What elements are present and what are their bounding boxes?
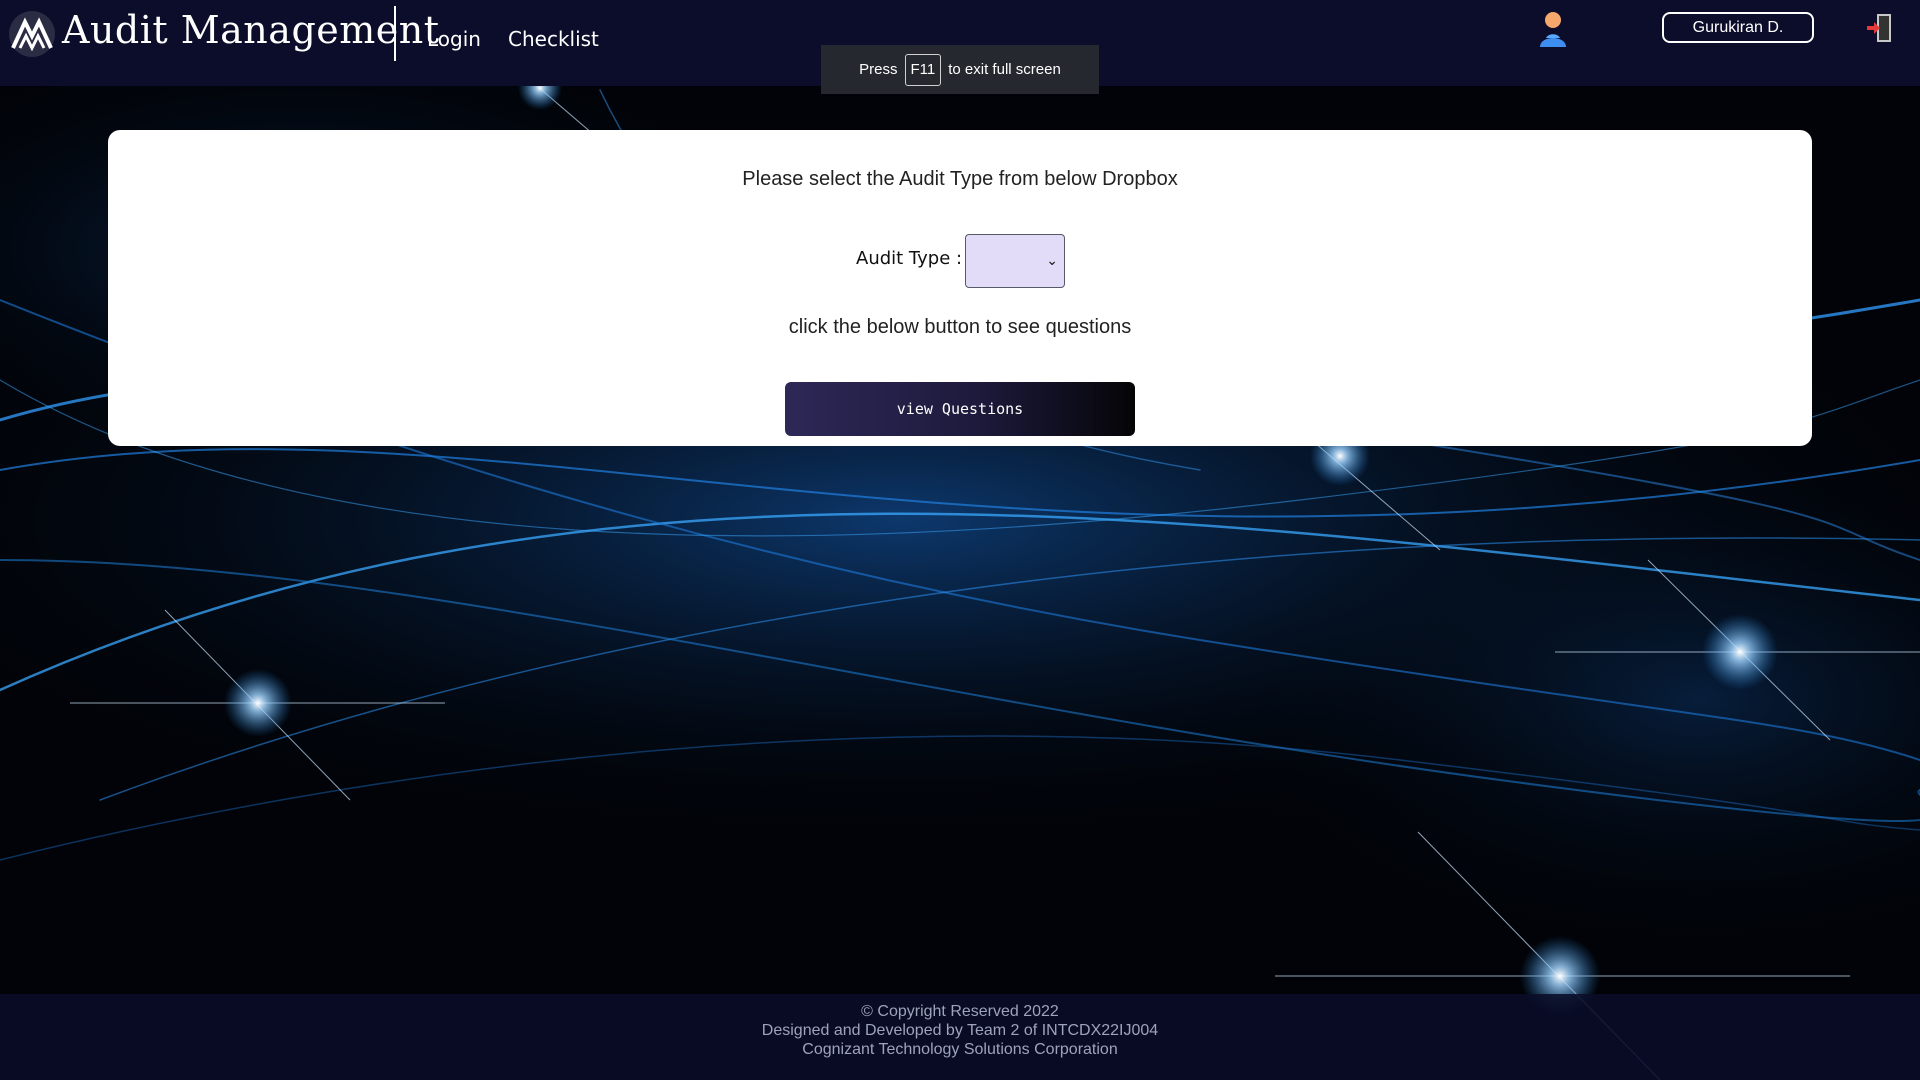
card-title: Please select the Audit Type from below …: [742, 168, 1178, 190]
chevron-down-icon: ⌄: [1046, 252, 1058, 268]
card-hint: click the below button to see questions: [788, 316, 1132, 338]
footer-credits: Designed and Developed by Team 2 of INTC…: [761, 1022, 1159, 1039]
footer-company: Cognizant Technology Solutions Corporati…: [802, 1041, 1118, 1058]
header-divider: [394, 6, 396, 61]
fullscreen-notice: Press F11 to exit full screen: [821, 45, 1099, 94]
toast-suffix-text: to exit full screen: [948, 61, 1061, 78]
page-footer: © Copyright Reserved 2022 Designed and D…: [0, 994, 1920, 1080]
audit-logo-icon: [9, 11, 55, 57]
toast-key: F11: [904, 53, 942, 86]
user-avatar-icon: [1540, 12, 1566, 47]
audit-type-select[interactable]: ⌄: [965, 234, 1065, 288]
toast-press-text: Press: [859, 61, 898, 78]
view-questions-button[interactable]: view Questions: [785, 382, 1135, 436]
user-name-badge: Gurukiran D.: [1662, 12, 1814, 43]
brand-title: Audit Management: [62, 8, 440, 52]
audit-type-label: Audit Type :: [856, 248, 963, 269]
footer-copyright: © Copyright Reserved 2022: [861, 1003, 1059, 1020]
nav-checklist-link[interactable]: Checklist: [508, 27, 599, 51]
logout-icon[interactable]: [1865, 13, 1895, 43]
nav-login-link[interactable]: Login: [427, 27, 481, 51]
audit-type-card: Please select the Audit Type from below …: [108, 130, 1812, 446]
